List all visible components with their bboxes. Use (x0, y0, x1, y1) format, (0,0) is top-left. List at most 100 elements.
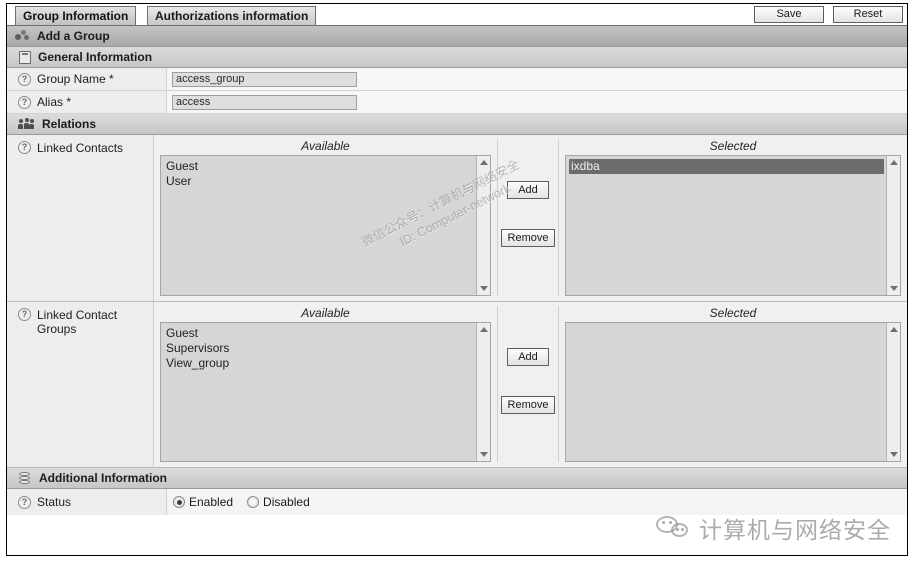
wechat-icon (656, 515, 690, 541)
wechat-watermark: 计算机与网络安全 (656, 511, 891, 545)
reset-button[interactable]: Reset (833, 6, 903, 23)
tab-authorizations-information-label: Authorizations information (155, 9, 309, 23)
scroll-down-icon[interactable] (480, 452, 488, 457)
radio-disabled-label: Disabled (263, 495, 310, 509)
relation-label-linked-contact-groups: ? Linked Contact Groups (7, 302, 154, 467)
section-title-additional-information: Additional Information (39, 471, 167, 485)
field-value-group-name (167, 68, 907, 90)
tab-authorizations-information[interactable]: Authorizations information (147, 6, 317, 25)
reset-button-label: Reset (853, 8, 883, 20)
available-list-scrollbar[interactable] (476, 323, 490, 461)
list-item[interactable]: User (164, 174, 476, 189)
selected-list-linked-contacts[interactable]: ixdba (565, 155, 901, 296)
transfer-buttons-linked-contact-groups: Add Remove (497, 306, 559, 462)
radio-enabled-label: Enabled (189, 495, 234, 509)
layers-icon (19, 471, 32, 485)
remove-button-linked-contact-groups[interactable]: Remove (501, 396, 555, 414)
available-header-linked-contacts: Available (301, 139, 350, 153)
remove-button-label: Remove (507, 232, 549, 244)
field-label-alias: ? Alias * (7, 91, 167, 113)
relation-row-linked-contact-groups: ? Linked Contact Groups Available Guest … (7, 302, 907, 468)
status-radio-group: Enabled Disabled (167, 495, 320, 509)
section-title-relations: Relations (42, 117, 97, 131)
available-list-linked-contact-groups[interactable]: Guest Supervisors View_group (160, 322, 491, 462)
available-list-items: Guest User (161, 156, 476, 295)
tab-group-information-label: Group Information (23, 9, 129, 23)
selected-column-linked-contacts: Selected ixdba (559, 139, 907, 296)
help-icon[interactable]: ? (18, 72, 31, 86)
group-name-input[interactable] (172, 71, 357, 87)
section-header-relations: Relations (7, 114, 907, 135)
section-header-additional-information: Additional Information (7, 468, 907, 489)
radio-disabled[interactable] (247, 496, 260, 508)
scroll-down-icon[interactable] (480, 286, 488, 291)
relation-label-linked-contact-groups-text: Linked Contact Groups (37, 308, 118, 336)
save-button[interactable]: Save (754, 6, 824, 23)
selected-list-linked-contact-groups[interactable] (565, 322, 901, 462)
add-button-linked-contact-groups[interactable]: Add (507, 348, 549, 366)
scroll-down-icon[interactable] (890, 452, 898, 457)
help-icon[interactable]: ? (18, 308, 31, 321)
tab-group-information[interactable]: Group Information (15, 6, 137, 25)
add-button-linked-contacts[interactable]: Add (507, 181, 549, 199)
add-button-label: Add (518, 351, 538, 363)
help-icon[interactable]: ? (18, 141, 31, 154)
radio-enabled[interactable] (173, 496, 185, 508)
scroll-up-icon[interactable] (480, 160, 488, 165)
available-column-linked-contact-groups: Available Guest Supervisors View_group (154, 306, 497, 462)
transfer-buttons-linked-contacts: Add Remove (497, 139, 559, 296)
toolbar-buttons: Save Reset (754, 6, 903, 23)
help-icon[interactable]: ? (18, 95, 31, 109)
field-label-status-text: Status (37, 495, 72, 509)
selected-column-linked-contact-groups: Selected (559, 306, 907, 462)
group-icon (15, 30, 30, 42)
relation-body-linked-contacts: Available Guest User Add Remove Selected… (154, 135, 907, 301)
tab-bar: Group Information Authorizations informa… (7, 4, 907, 26)
selected-list-scrollbar[interactable] (886, 156, 900, 295)
alias-input[interactable] (172, 94, 357, 110)
available-list-scrollbar[interactable] (476, 156, 490, 295)
scroll-up-icon[interactable] (890, 327, 898, 332)
list-item[interactable]: View_group (164, 356, 476, 371)
add-button-label: Add (518, 184, 538, 196)
application-window: Group Information Authorizations informa… (0, 0, 914, 561)
wechat-watermark-text: 计算机与网络安全 (699, 517, 891, 543)
field-label-status: ? Status (7, 489, 167, 515)
list-item[interactable]: Supervisors (164, 341, 476, 356)
field-row-group-name: ? Group Name * (7, 68, 907, 91)
section-header-general-information: General Information (7, 47, 907, 68)
help-icon[interactable]: ? (18, 495, 31, 509)
section-title-general-information: General Information (38, 50, 153, 64)
relation-label-linked-contacts: ? Linked Contacts (7, 135, 154, 301)
scroll-up-icon[interactable] (890, 160, 898, 165)
field-label-group-name-text: Group Name * (37, 72, 114, 86)
people-icon (18, 118, 35, 130)
field-label-group-name: ? Group Name * (7, 68, 167, 90)
available-list-linked-contacts[interactable]: Guest User (160, 155, 491, 296)
relation-row-linked-contacts: ? Linked Contacts Available Guest User A… (7, 135, 907, 302)
field-value-alias (167, 91, 907, 113)
scroll-down-icon[interactable] (890, 286, 898, 291)
selected-header-linked-contacts: Selected (709, 139, 757, 153)
page-title: Add a Group (37, 29, 110, 43)
save-button-label: Save (776, 8, 802, 20)
scroll-up-icon[interactable] (480, 327, 488, 332)
remove-button-linked-contacts[interactable]: Remove (501, 229, 555, 247)
selected-list-items (566, 323, 886, 461)
remove-button-label: Remove (507, 399, 549, 411)
list-item[interactable]: Guest (164, 326, 476, 341)
clipboard-icon (19, 50, 31, 64)
available-header-linked-contact-groups: Available (301, 306, 350, 320)
selected-list-items: ixdba (566, 156, 886, 295)
list-item-selected[interactable]: ixdba (569, 159, 884, 174)
relation-label-linked-contacts-text: Linked Contacts (37, 141, 124, 155)
available-list-items: Guest Supervisors View_group (161, 323, 476, 461)
available-column-linked-contacts: Available Guest User (154, 139, 497, 296)
selected-list-scrollbar[interactable] (886, 323, 900, 461)
field-row-status: ? Status Enabled Disabled (7, 489, 907, 515)
field-label-alias-text: Alias * (37, 95, 72, 109)
selected-header-linked-contact-groups: Selected (709, 306, 757, 320)
page-header: Add a Group (7, 26, 907, 47)
relation-body-linked-contact-groups: Available Guest Supervisors View_group A… (154, 302, 907, 467)
list-item[interactable]: Guest (164, 159, 476, 174)
